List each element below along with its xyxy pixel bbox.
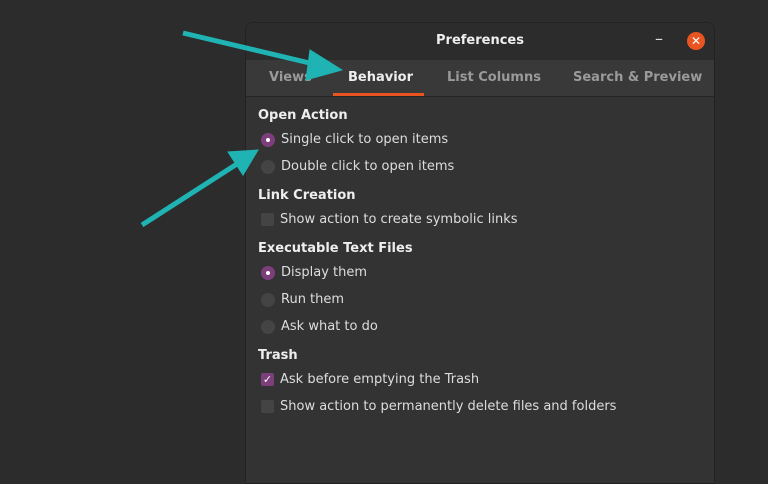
arrow-icon	[140, 149, 259, 228]
arrow-icon	[182, 30, 344, 81]
annotation-arrows	[140, 30, 344, 228]
